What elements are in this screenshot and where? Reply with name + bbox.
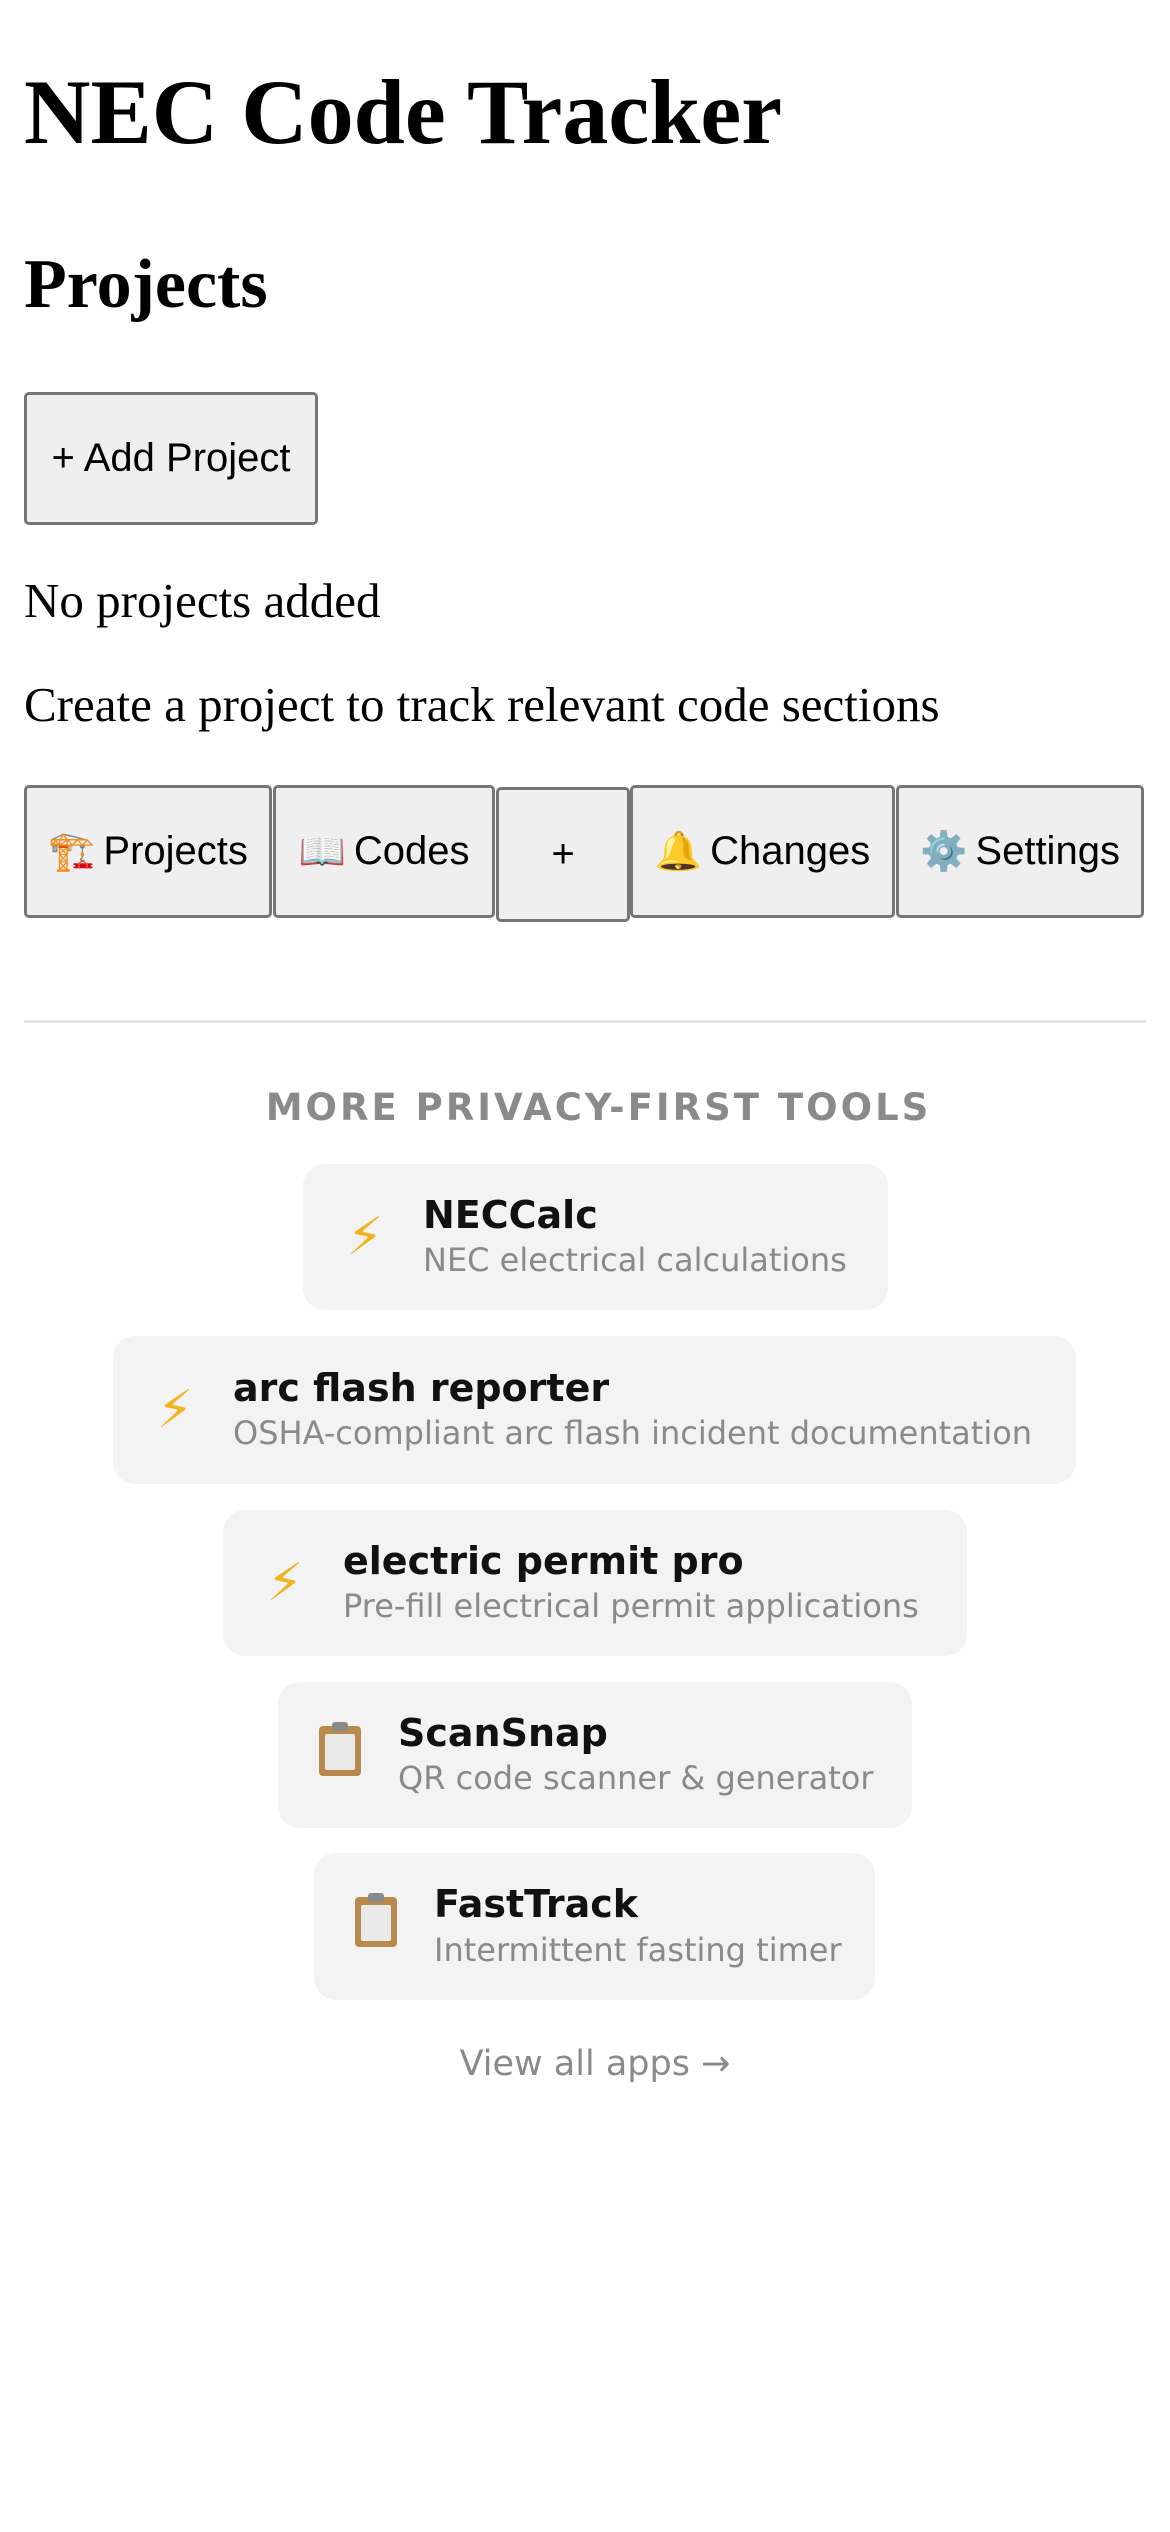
app-card-description: OSHA-compliant arc flash incident docume… bbox=[233, 1414, 1033, 1453]
lightning-icon: ⚡ bbox=[156, 1380, 194, 1440]
app-card-description: Pre-fill electrical permit applications bbox=[343, 1587, 919, 1626]
app-card-electric-permit-pro[interactable]: ⚡ electric permit pro Pre-fill electrica… bbox=[223, 1510, 967, 1656]
bell-icon: 🔔 bbox=[654, 830, 703, 873]
app-card-name: arc flash reporter bbox=[233, 1365, 610, 1410]
projects-heading: Projects bbox=[24, 246, 268, 323]
nav-settings-button[interactable]: ⚙️ Settings bbox=[896, 785, 1144, 918]
nav-changes-button[interactable]: 🔔 Changes bbox=[630, 785, 895, 918]
add-project-button[interactable]: + Add Project bbox=[24, 392, 318, 525]
book-icon: 📖 bbox=[298, 830, 346, 873]
lightning-icon: ⚡ bbox=[266, 1553, 304, 1613]
nav-codes-label: Codes bbox=[353, 829, 470, 873]
section-divider bbox=[24, 1020, 1146, 1023]
app-card-name: ScanSnap bbox=[398, 1710, 608, 1755]
app-card-name: NECCalc bbox=[423, 1192, 598, 1237]
nav-settings-label: Settings bbox=[975, 829, 1120, 873]
app-card-description: NEC electrical calculations bbox=[423, 1241, 847, 1280]
nav-projects-label: Projects bbox=[103, 829, 248, 873]
more-tools-heading: MORE PRIVACY-FIRST TOOLS bbox=[265, 1086, 932, 1129]
nav-codes-button[interactable]: 📖 Codes bbox=[273, 785, 495, 918]
clipboard-icon bbox=[340, 1893, 412, 1956]
app-card-description: Intermittent fasting timer bbox=[434, 1930, 842, 1969]
view-all-apps-link[interactable]: View all apps → bbox=[0, 2044, 1170, 2084]
nav-add-button[interactable]: + bbox=[496, 787, 630, 922]
app-card-scansnap[interactable]: ScanSnap QR code scanner & generator bbox=[278, 1682, 912, 1828]
empty-state-subtitle: Create a project to track relevant code … bbox=[24, 677, 940, 732]
nav-changes-label: Changes bbox=[710, 829, 871, 873]
app-card-arc-flash-reporter[interactable]: ⚡ arc flash reporter OSHA-compliant arc … bbox=[113, 1336, 1076, 1484]
lightning-icon: ⚡ bbox=[346, 1207, 384, 1267]
app-card-name: FastTrack bbox=[434, 1882, 639, 1927]
gear-icon: ⚙️ bbox=[920, 830, 968, 873]
construction-icon: 🏗️ bbox=[48, 830, 96, 873]
app-card-neccalc[interactable]: ⚡ NECCalc NEC electrical calculations bbox=[303, 1164, 888, 1310]
app-card-name: electric permit pro bbox=[343, 1538, 744, 1583]
nav-projects-button[interactable]: 🏗️ Projects bbox=[24, 785, 272, 918]
app-card-description: QR code scanner & generator bbox=[398, 1759, 874, 1798]
app-title: NEC Code Tracker bbox=[24, 61, 783, 163]
app-card-fasttrack[interactable]: FastTrack Intermittent fasting timer bbox=[314, 1853, 875, 2000]
clipboard-icon bbox=[304, 1721, 376, 1785]
empty-state-title: No projects added bbox=[24, 573, 381, 628]
